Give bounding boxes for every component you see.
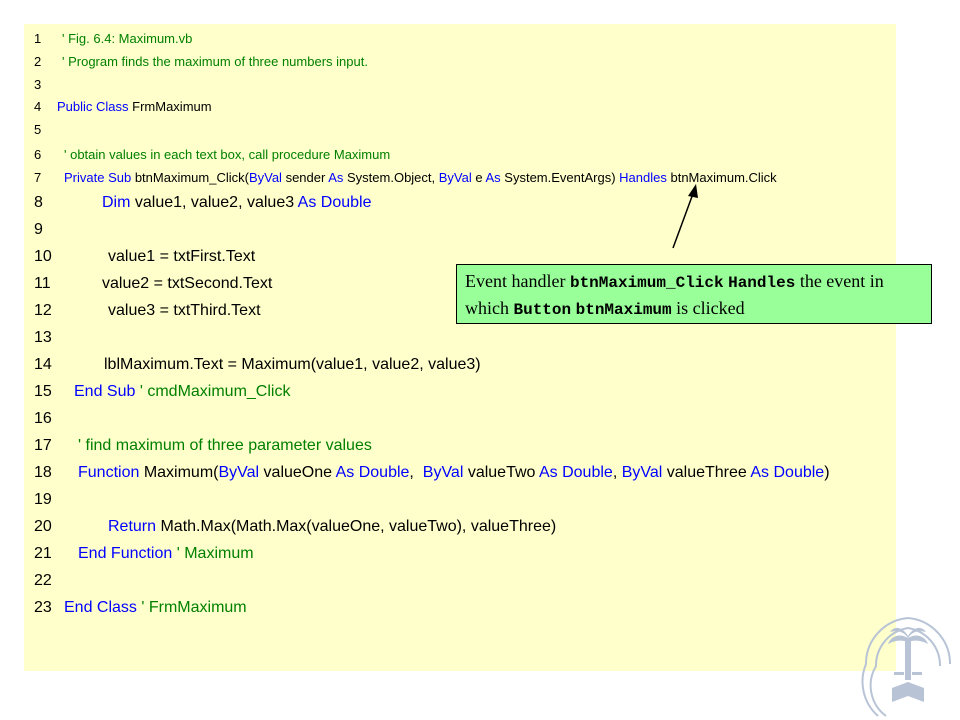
- code-token: ,: [612, 464, 622, 481]
- callout-code-btnmaximum: btnMaximum: [575, 301, 672, 319]
- keyword-token: As Double: [750, 464, 825, 481]
- callout-code-handles: Handles: [728, 274, 796, 292]
- line-number: 1: [34, 31, 42, 46]
- code-text: Dim value1, value2, value3 As Double: [102, 195, 372, 211]
- comment-token: ' FrmMaximum: [136, 599, 247, 616]
- comment-token: ' Program finds the maximum of three num…: [62, 54, 368, 69]
- line-number: 17: [34, 437, 52, 454]
- line-number: 19: [34, 491, 52, 508]
- line-number: 15: [34, 383, 52, 400]
- keyword-token: Handles: [619, 170, 667, 185]
- code-text: End Sub ' cmdMaximum_Click: [74, 384, 290, 400]
- callout-text-1: Event handler: [465, 271, 570, 291]
- comment-token: ' Maximum: [172, 545, 254, 562]
- code-text: value3 = txtThird.Text: [108, 303, 261, 319]
- university-seal-icon: [861, 616, 952, 717]
- keyword-token: End Class: [64, 599, 137, 616]
- code-token: Math.Max(Math.Max(valueOne, valueTwo), v…: [156, 518, 557, 535]
- line-number: 11: [34, 275, 51, 292]
- code-token: value1, value2, value3: [130, 194, 298, 211]
- code-token: ,: [409, 464, 423, 481]
- code-text: ' obtain values in each text box, call p…: [64, 148, 390, 161]
- code-token: value2 = txtSecond.Text: [102, 275, 273, 292]
- keyword-token: End Sub: [74, 383, 136, 400]
- line-number: 18: [34, 464, 52, 481]
- code-token: FrmMaximum: [128, 99, 212, 114]
- code-token: e: [471, 170, 486, 185]
- keyword-token: Private Sub: [64, 170, 132, 185]
- code-text: ' Program finds the maximum of three num…: [62, 55, 368, 68]
- code-token: lblMaximum.Text = Maximum(value1, value2…: [104, 356, 481, 373]
- line-number: 21: [34, 545, 52, 562]
- code-token: Maximum(: [139, 464, 219, 481]
- code-token: btnMaximum_Click(: [131, 170, 249, 185]
- code-text: ' Fig. 6.4: Maximum.vb: [62, 32, 192, 45]
- code-text: Public Class FrmMaximum: [57, 100, 212, 113]
- code-text: Private Sub btnMaximum_Click(ByVal sende…: [64, 171, 777, 184]
- code-token: sender: [281, 170, 329, 185]
- code-token: valueOne: [259, 464, 336, 481]
- line-number: 7: [34, 170, 42, 185]
- comment-token: ' Fig. 6.4: Maximum.vb: [62, 31, 193, 46]
- keyword-token: As Double: [335, 464, 410, 481]
- line-number: 6: [34, 147, 42, 162]
- line-number: 12: [34, 302, 52, 319]
- line-number: 23: [34, 599, 52, 616]
- line-number: 8: [34, 194, 43, 211]
- line-number: 14: [34, 356, 52, 373]
- keyword-token: ByVal: [248, 170, 282, 185]
- keyword-token: ByVal: [218, 464, 260, 481]
- code-text: End Class ' FrmMaximum: [64, 600, 247, 616]
- line-number: 2: [34, 54, 42, 69]
- code-text: value1 = txtFirst.Text: [108, 249, 255, 265]
- callout-code-handler: btnMaximum_Click: [569, 274, 724, 292]
- keyword-token: As Double: [538, 464, 613, 481]
- keyword-token: Function: [78, 464, 140, 481]
- line-number: 9: [34, 221, 43, 238]
- keyword-token: ByVal: [621, 464, 663, 481]
- code-token: btnMaximum.Click: [666, 170, 777, 185]
- code-text: Return Math.Max(Math.Max(valueOne, value…: [108, 519, 556, 535]
- code-panel: 1 ' Fig. 6.4: Maximum.vb 2 ' Program finds …: [24, 24, 896, 671]
- code-token: value3 = txtThird.Text: [108, 302, 261, 319]
- code-text: Function Maximum(ByVal valueOne As Doubl…: [78, 465, 830, 481]
- keyword-token: ByVal: [438, 170, 472, 185]
- code-token: System.EventArgs): [500, 170, 620, 185]
- line-number: 16: [34, 410, 52, 427]
- comment-token: ' cmdMaximum_Click: [135, 383, 291, 400]
- comment-token: ' find maximum of three parameter values: [78, 437, 372, 454]
- callout-code-button: Button: [513, 301, 572, 319]
- line-number: 4: [34, 99, 42, 114]
- code-token: valueTwo: [463, 464, 539, 481]
- keyword-token: As: [328, 170, 344, 185]
- annotation-callout: Event handler btnMaximum_Click Handles t…: [456, 264, 932, 324]
- keyword-token: Return: [108, 518, 157, 535]
- line-number: 3: [34, 77, 42, 92]
- line-number: 10: [34, 248, 52, 265]
- line-number: 20: [34, 518, 52, 535]
- line-number: 5: [34, 122, 42, 137]
- comment-token: ' obtain values in each text box, call p…: [64, 147, 391, 162]
- keyword-token: As: [485, 170, 501, 185]
- keyword-token: As Double: [297, 194, 372, 211]
- code-token: valueThree: [662, 464, 751, 481]
- keyword-token: Dim: [102, 194, 131, 211]
- code-token: ): [824, 464, 830, 481]
- keyword-token: ByVal: [422, 464, 464, 481]
- keyword-token: End Function: [78, 545, 173, 562]
- line-number: 22: [34, 572, 52, 589]
- code-token: value1 = txtFirst.Text: [108, 248, 256, 265]
- callout-text-3: is clicked: [671, 298, 745, 318]
- line-number: 13: [34, 329, 52, 346]
- code-text: value2 = txtSecond.Text: [102, 276, 272, 292]
- code-text: End Function ' Maximum: [78, 546, 254, 562]
- keyword-token: Public Class: [57, 99, 129, 114]
- code-text: ' find maximum of three parameter values: [78, 438, 372, 454]
- code-token: System.Object,: [343, 170, 439, 185]
- code-text: lblMaximum.Text = Maximum(value1, value2…: [104, 357, 481, 373]
